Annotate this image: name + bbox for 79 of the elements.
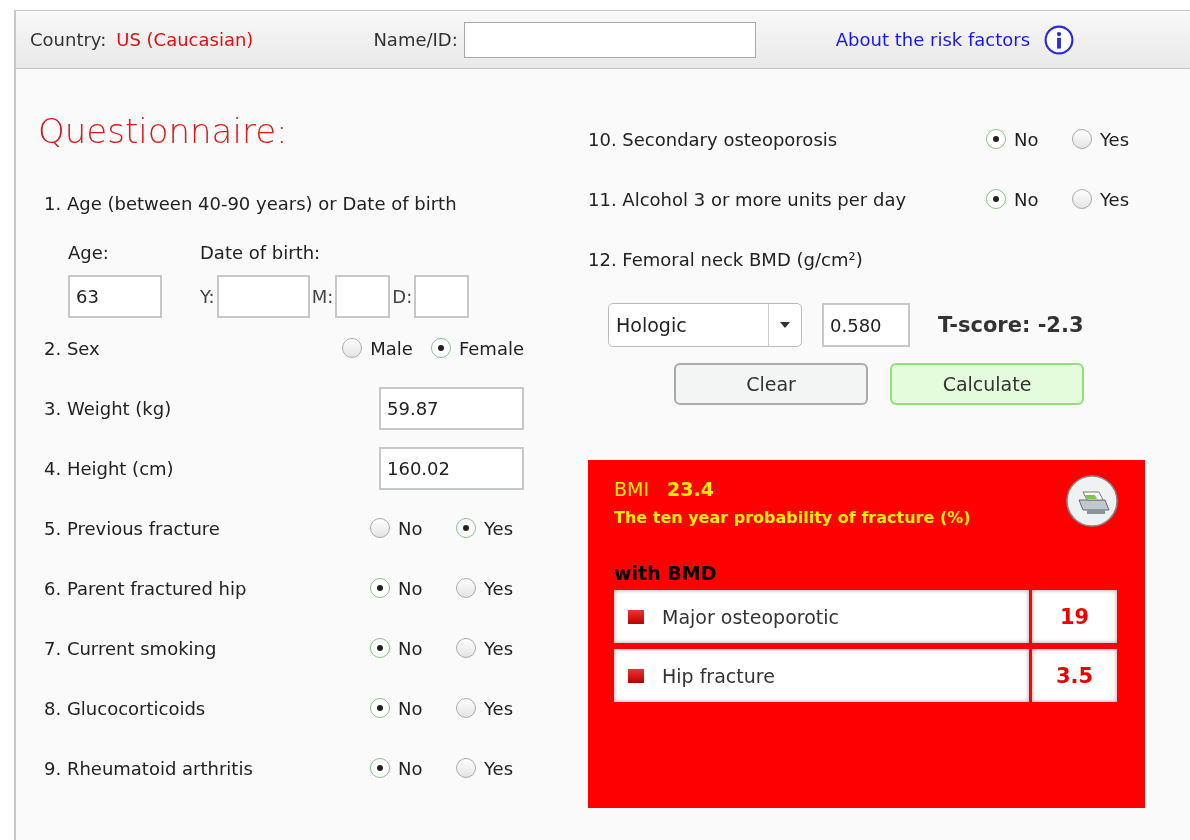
radio-button[interactable] — [342, 338, 363, 358]
date-part-label: D: — [392, 286, 413, 307]
question-label: 11. Alcohol 3 or more units per day — [588, 188, 907, 210]
radio-button[interactable] — [986, 189, 1006, 209]
question-label: 3. Weight (kg) — [44, 397, 172, 419]
radio-button[interactable] — [456, 758, 476, 778]
date-field[interactable] — [216, 275, 310, 318]
bullet-icon — [628, 668, 644, 683]
option-label[interactable]: No — [1014, 188, 1039, 210]
input-field[interactable]: 160.02 — [379, 446, 524, 490]
radio-button[interactable] — [1072, 129, 1092, 149]
date-part-label: M: — [311, 286, 334, 307]
option-label[interactable]: Yes — [1100, 128, 1130, 150]
result-value: 3.5 — [1032, 649, 1117, 702]
radio-button[interactable] — [430, 338, 451, 358]
option-label[interactable]: Yes — [484, 517, 514, 539]
bmi-value: 23.4 — [667, 478, 714, 500]
option-label[interactable]: No — [398, 637, 423, 659]
radio-button[interactable] — [370, 698, 390, 718]
question-label: 12. Femoral neck BMD (g/cm²) — [588, 248, 863, 270]
country-value: US (Caucasian) — [116, 29, 254, 50]
clear-button[interactable]: Clear — [674, 363, 868, 405]
result-label: Hip fracture — [662, 664, 775, 687]
option-label[interactable]: Yes — [484, 757, 514, 779]
question-label: 7. Current smoking — [44, 637, 217, 659]
option-label[interactable]: Yes — [484, 697, 514, 719]
question-label: 8. Glucocorticoids — [44, 697, 206, 719]
radio-button[interactable] — [456, 578, 476, 598]
bmi-label: BMI — [614, 478, 650, 500]
option-label[interactable]: Yes — [484, 637, 514, 659]
radio-button[interactable] — [456, 698, 476, 718]
option-label[interactable]: Yes — [1100, 188, 1130, 210]
option-label[interactable]: No — [398, 697, 423, 719]
radio-button[interactable] — [370, 518, 390, 538]
option-label[interactable]: No — [398, 757, 423, 779]
dob-label: Date of birth: — [200, 242, 322, 263]
option-label[interactable]: No — [1014, 128, 1039, 150]
date-field[interactable] — [335, 275, 391, 318]
radio-button[interactable] — [1072, 189, 1092, 209]
result-value: 19 — [1032, 590, 1117, 643]
question-label: 5. Previous fracture — [44, 517, 220, 539]
bmd-field[interactable]: 0.580 — [822, 303, 910, 347]
option-label[interactable]: Yes — [484, 577, 514, 599]
calculate-button[interactable]: Calculate — [890, 363, 1084, 405]
printer-icon[interactable] — [1065, 474, 1121, 530]
radio-button[interactable] — [456, 518, 476, 538]
age-label: Age: — [68, 242, 110, 263]
radio-button[interactable] — [370, 578, 390, 598]
question-label: 4. Height (cm) — [44, 457, 174, 479]
device-dropdown[interactable]: Hologic — [608, 303, 802, 347]
question-label: 9. Rheumatoid arthritis — [44, 757, 253, 779]
date-field[interactable] — [414, 275, 470, 318]
info-icon[interactable] — [1044, 24, 1075, 55]
questionnaire-title: Questionnaire: — [38, 111, 289, 153]
section-heading: with BMD — [614, 562, 718, 584]
about-link[interactable]: About the risk factors — [835, 29, 1031, 50]
radio-button[interactable] — [986, 129, 1006, 149]
date-part-label: Y: — [200, 286, 215, 307]
option-label[interactable]: Male — [370, 337, 413, 359]
option-label[interactable]: No — [398, 517, 423, 539]
question-label: 1. Age (between 40-90 years) or Date of birth — [44, 193, 458, 214]
input-field[interactable]: 59.87 — [379, 386, 524, 430]
caret-icon — [780, 322, 790, 328]
result-label: Major osteoporotic — [662, 605, 839, 628]
question-label: 2. Sex — [44, 337, 100, 359]
t-score: T-score: -2.3 — [938, 313, 1084, 337]
radio-button[interactable] — [370, 758, 390, 778]
radio-button[interactable] — [456, 638, 476, 658]
name-field[interactable] — [463, 21, 756, 58]
bullet-icon — [628, 609, 644, 624]
result-subtitle: The ten year probability of fracture (%) — [614, 508, 971, 527]
option-label[interactable]: Female — [458, 337, 524, 359]
name-label: Name/ID: — [373, 29, 458, 50]
question-label: 6. Parent fractured hip — [44, 577, 247, 599]
age-field[interactable]: 63 — [68, 275, 162, 318]
radio-button[interactable] — [370, 638, 390, 658]
country-label: Country: — [30, 29, 107, 50]
option-label[interactable]: No — [398, 577, 423, 599]
question-label: 10. Secondary osteoporosis — [588, 128, 838, 150]
